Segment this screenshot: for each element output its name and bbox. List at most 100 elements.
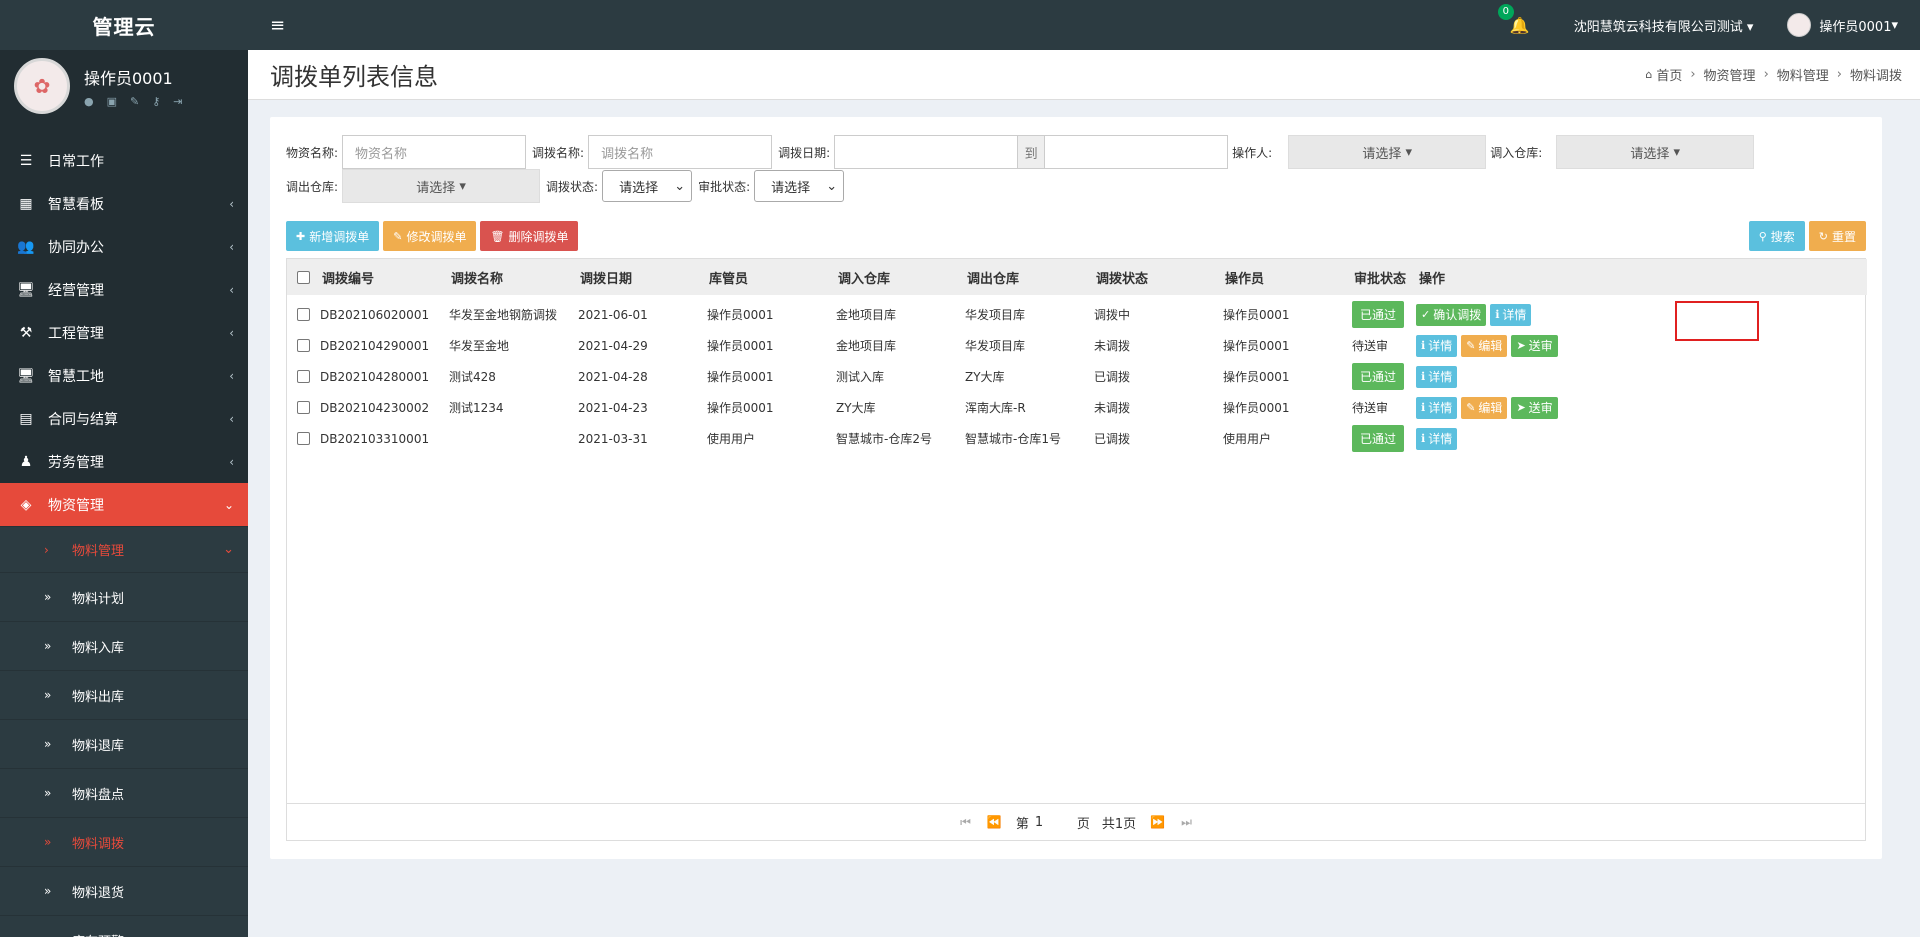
logout-icon[interactable]: ⇥ [173,95,182,108]
in-warehouse-select[interactable]: 请选择 ▾ [1556,135,1755,169]
submit-review-button[interactable]: ➤ 送审 [1511,334,1558,357]
cell-keeper: 操作员0001 [707,339,774,353]
notification-button[interactable]: 🔔 0 [1497,3,1530,35]
company-dropdown[interactable]: 沈阳慧筑云科技有限公司测试 ▾ [1574,16,1754,35]
content-header: 调拨单列表信息 ⌂ 首页 › 物资管理 › 物料管理 › 物料调拨 [248,50,1920,100]
sidebar-item-1[interactable]: ▦ 智慧看板 ‹ [0,182,248,225]
breadcrumb-current: 物料调拨 [1849,69,1902,84]
operator-select[interactable]: 请选择 ▾ [1288,135,1487,169]
sidebar-subitem-4[interactable]: » 物料盘点 [0,768,248,817]
search-button[interactable]: ⚲ 搜索 [1748,221,1805,251]
cell-status: 调拨中 [1094,308,1131,322]
next-page-icon[interactable]: ⏩ [1150,815,1165,829]
sidebar-item-0[interactable]: ☰ 日常工作 [0,139,248,182]
material-name-input[interactable]: 物资名称 [342,135,527,169]
row-checkbox[interactable] [297,432,310,445]
sidebar-item-8[interactable]: ◈ 物资管理 ⌄ [0,483,248,526]
sidebar-subitem-7[interactable]: » 库存预警 [0,915,248,937]
sidebar-subitem-6[interactable]: » 物料退货 [0,866,248,915]
sidebar-item-6[interactable]: ▤ 合同与结算 ‹ [0,397,248,440]
key-icon[interactable]: ⚷ [152,95,160,108]
hamburger-icon[interactable]: ≡ [270,15,285,36]
add-transfer-button[interactable]: ✚ 新增调拨单 [286,221,380,251]
date-label: 调拨日期: [778,145,831,160]
sidebar-item-5[interactable]: 🖥 智慧工地 ‹ [0,354,248,397]
out-warehouse-select[interactable]: 请选择 ▾ [342,169,541,203]
breadcrumb-home[interactable]: 首页 [1656,65,1682,84]
double-chevron-right-icon: » [44,786,52,800]
edit-button[interactable]: ✎ 编辑 [1461,396,1508,419]
trash-icon: 🗑 [490,229,505,243]
cell-out-wh: 华发项目库 [965,308,1026,322]
row-checkbox[interactable] [297,339,310,352]
send-icon: ➤ [1516,401,1526,414]
breadcrumb-item[interactable]: 物资管理 [1704,65,1756,84]
row-checkbox[interactable] [297,401,310,414]
sidebar-subitem-0[interactable]: » 物料计划 [0,572,248,621]
details-button[interactable]: ℹ 详情 [1416,427,1458,450]
sidebar-subitem-3[interactable]: » 物料退库 [0,719,248,768]
app-logo[interactable]: 管理云 [0,0,248,50]
cell-status: 已调拨 [1094,432,1131,446]
sidebar-item-3[interactable]: 🖥 经营管理 ‹ [0,268,248,311]
sidebar-item-7[interactable]: ♟ 劳务管理 ‹ [0,440,248,483]
plus-icon: ✚ [296,229,306,243]
reset-button[interactable]: ↻ 重置 [1808,221,1866,251]
double-chevron-right-icon: » [44,835,52,849]
chevron-down-icon: ⌄ [223,542,234,557]
date-end-input[interactable] [1044,135,1229,169]
transfer-table: 调拨编号 调拨名称 调拨日期 库管员 调入仓库 调出仓库 调拨状态 操作员 审批状态 操作 DB2… [286,258,1867,841]
date-start-input[interactable] [834,135,1019,169]
sidebar-item-2[interactable]: 👥 协同办公 ‹ [0,225,248,268]
approval-status-select[interactable]: 请选择 ⌄ [754,170,845,202]
transfer-name-input[interactable]: 调拨名称 [588,135,773,169]
last-page-icon[interactable]: ⏭ [1181,815,1192,830]
edit-icon: ✎ [1466,401,1476,414]
sidebar-subitem-1[interactable]: » 物料入库 [0,621,248,670]
sidebar-menu: ☰ 日常工作 ▦ 智慧看板 ‹ 👥 协同办公 ‹ 🖥 经营管理 ‹ ⚒ 工程管理 ‹ 🖥 智慧工地 ‹ ▤ 合同与结… [0,139,248,937]
column-header: 调拨日期 [580,271,633,287]
transfer-name-label: 调拨名称: [532,145,585,160]
sidebar-item-4[interactable]: ⚒ 工程管理 ‹ [0,311,248,354]
sidebar-subitem-2[interactable]: » 物料出库 [0,670,248,719]
submit-review-button[interactable]: ➤ 送审 [1511,396,1558,419]
cell-name: 测试428 [449,370,496,384]
cell-in-wh: 金地项目库 [836,308,897,322]
cell-date: 2021-03-31 [578,431,648,446]
id-card-icon[interactable]: ▣ [107,95,117,108]
details-button[interactable]: ℹ 详情 [1416,396,1458,419]
page-number-input[interactable]: 1 [1035,815,1071,830]
profile-icon[interactable]: ● [84,95,94,108]
edit-icon[interactable]: ✎ [130,95,139,108]
material-name-label: 物资名称: [286,145,339,160]
breadcrumb-separator: › [1763,67,1769,82]
sidebar-item-label: 智慧看板 [48,196,104,213]
edit-transfer-button[interactable]: ✎ 修改调拨单 [383,221,477,251]
details-button[interactable]: ℹ 详情 [1416,334,1458,357]
column-header: 操作员 [1225,271,1265,287]
double-chevron-right-icon: » [44,737,52,751]
edit-button[interactable]: ✎ 编辑 [1461,334,1508,357]
transfer-status-select[interactable]: 请选择 ⌄ [602,170,693,202]
transfer-list-box: 物资名称: 物资名称 调拨名称: 调拨名称 调拨日期: 到 操作人: 请选择 ▾… [270,117,1882,859]
delete-transfer-button[interactable]: 🗑 删除调拨单 [480,221,579,251]
chevron-left-icon: ‹ [229,282,234,297]
details-button[interactable]: ℹ 详情 [1416,365,1458,388]
select-all-checkbox[interactable] [297,270,310,284]
sidebar-subitem-5[interactable]: » 物料调拨 [0,817,248,866]
highlight-annotation [1675,301,1759,341]
details-button[interactable]: ℹ 详情 [1490,303,1532,326]
user-dropdown[interactable]: 操作员0001 ▾ [1787,13,1898,37]
prev-page-icon[interactable]: ⏪ [987,815,1002,829]
cell-date: 2021-06-01 [578,307,648,322]
column-header: 调拨编号 [322,271,375,287]
table-row: DB202104290001 华发至金地 2021-04-29 操作员0001 金地项目… [287,330,1865,361]
row-checkbox[interactable] [297,308,310,321]
sidebar-subgroup-material[interactable]: › 物料管理 ⌄ [0,526,248,572]
user-tools: ● ▣ ✎ ⚷ ⇥ [84,95,183,108]
sidebar-item-label: 经营管理 [48,282,104,299]
row-checkbox[interactable] [297,370,310,383]
confirm-transfer-button[interactable]: ✓ 确认调拨 [1416,303,1487,326]
first-page-icon[interactable]: ⏮ [960,815,971,830]
breadcrumb-item[interactable]: 物料管理 [1777,65,1829,84]
